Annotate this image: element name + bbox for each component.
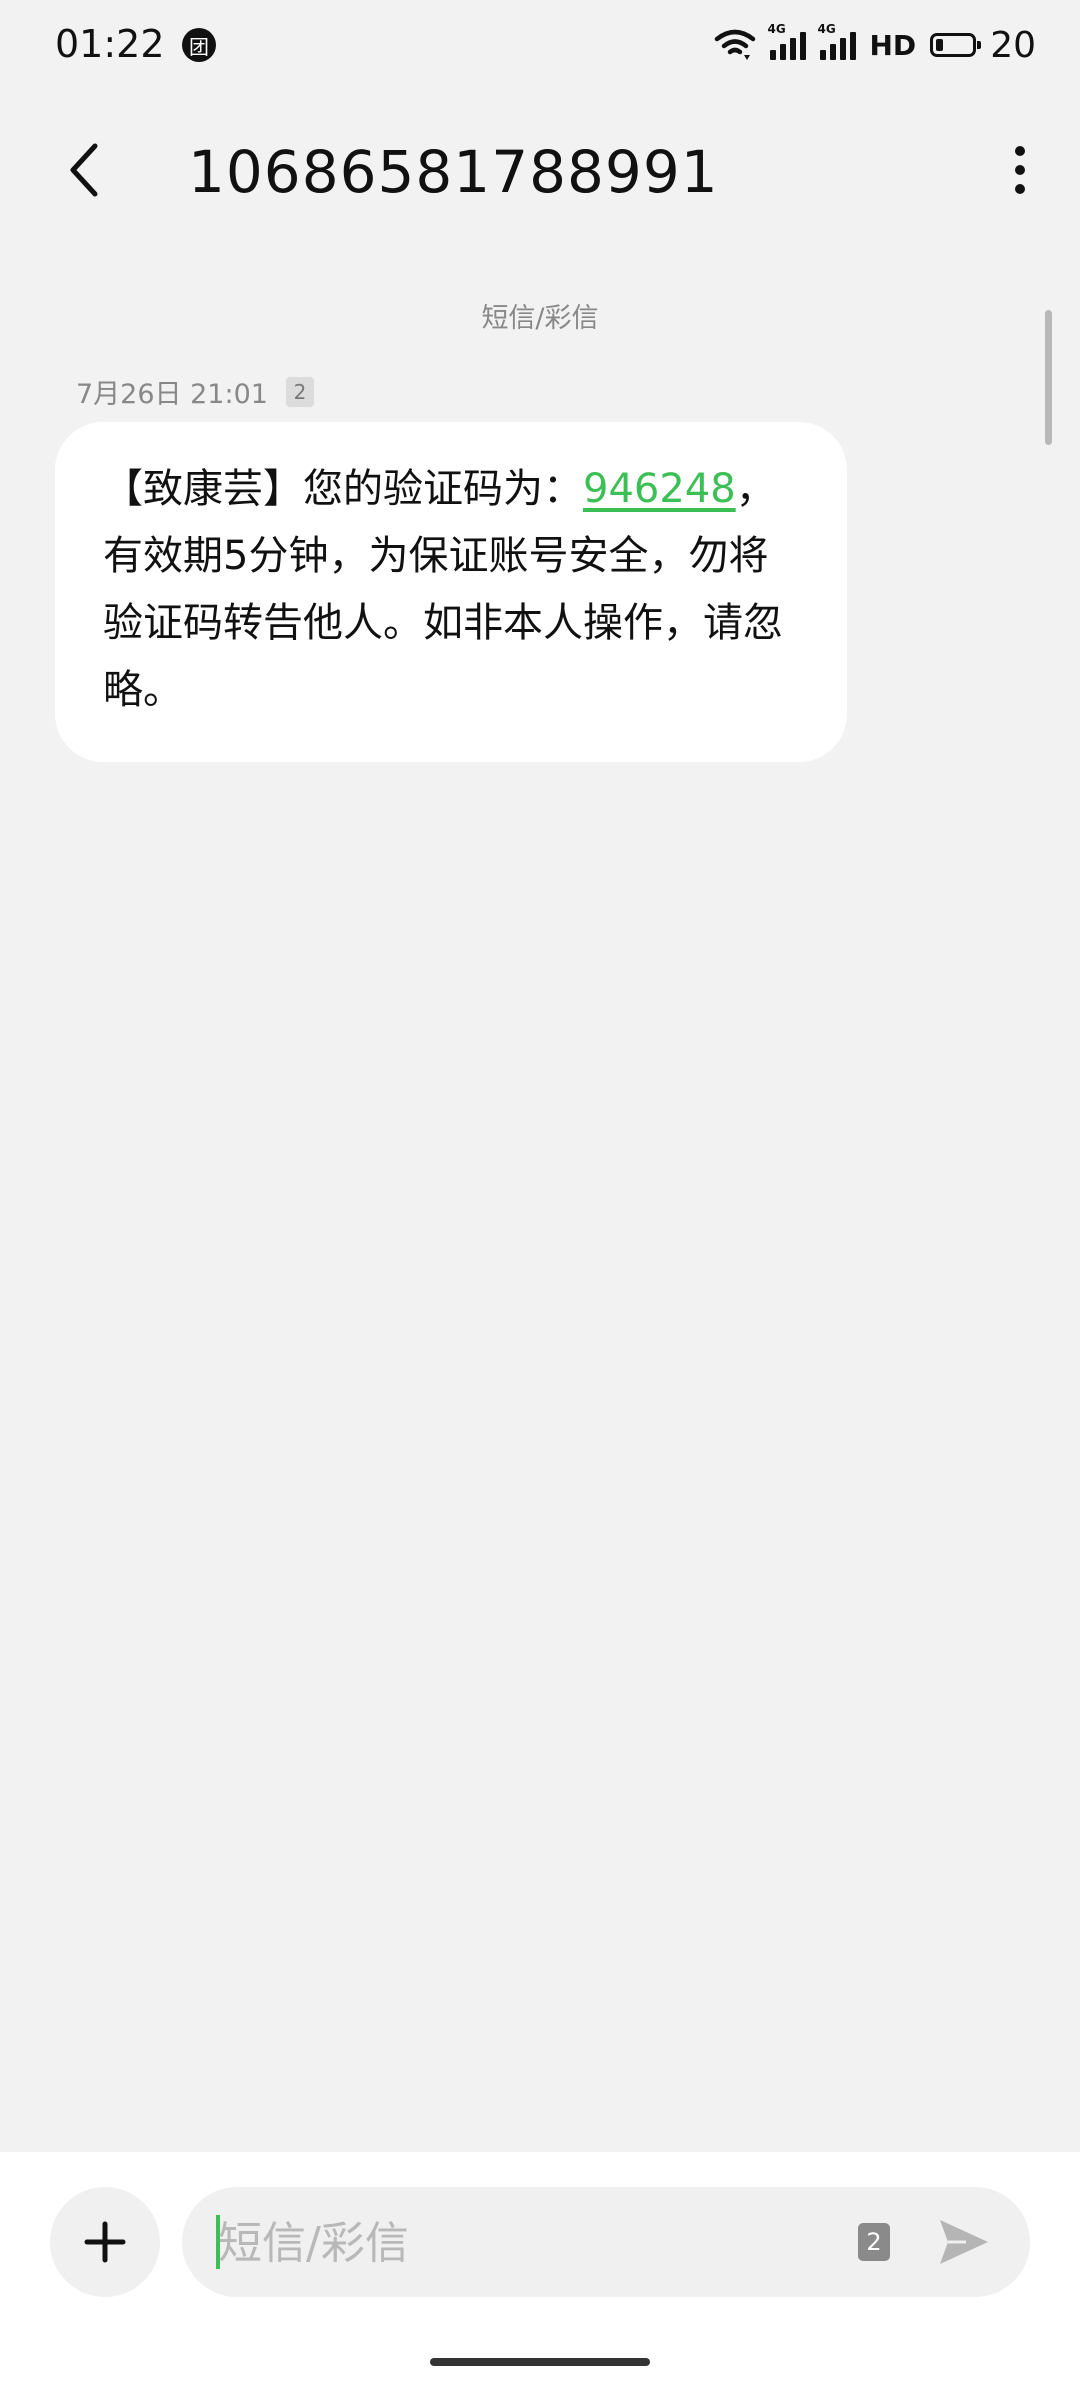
battery-fill [936, 39, 944, 51]
message-bubble[interactable]: 【致康芸】您的验证码为：946248，有效期5分钟，为保证账号安全，勿将验证码转… [55, 422, 847, 762]
signal-network-label: 4G [767, 22, 786, 36]
signal-strength-icon-2: 4G [818, 22, 856, 60]
status-time: 01:22 [55, 22, 165, 66]
status-indicators: 4G 4G HD 20 [714, 22, 1036, 68]
notification-app-icon: 团 [182, 28, 216, 62]
sim-badge: 2 [285, 376, 314, 407]
signal-strength-icon-1: 4G [768, 22, 806, 60]
contact-number-title: 10686581788991 [188, 138, 719, 206]
channel-label: 短信/彩信 [481, 303, 599, 334]
plus-icon [84, 2221, 126, 2263]
scrollbar[interactable] [1045, 310, 1052, 445]
chevron-left-icon [70, 143, 98, 197]
status-bar: 01:22 团 4G 4G HD 20 [0, 0, 1080, 90]
message-meta: 7月26日 21:01 2 [76, 372, 314, 411]
message-timestamp: 7月26日 21:01 [76, 379, 268, 410]
hd-voice-indicator: HD [869, 28, 917, 62]
signal-network-label: 4G [817, 22, 836, 36]
back-button[interactable] [50, 135, 120, 205]
message-text-before: 【致康芸】您的验证码为： [103, 466, 583, 512]
sms-conversation-screen: 01:22 团 4G 4G HD 20 10686581788991 短信/彩信… [0, 0, 1080, 2400]
verification-code-link[interactable]: 946248 [583, 466, 736, 512]
add-attachment-button[interactable] [50, 2187, 160, 2297]
more-options-button[interactable] [990, 135, 1050, 205]
message-input[interactable] [216, 2187, 840, 2299]
battery-level: 20 [990, 24, 1036, 66]
send-button[interactable] [932, 2211, 996, 2273]
more-vertical-icon [1015, 146, 1025, 156]
home-indicator[interactable] [430, 2358, 650, 2366]
battery-icon [930, 33, 982, 57]
sim-select-button[interactable]: 2 [858, 2223, 890, 2261]
wifi-icon [714, 29, 755, 60]
conversation-header: 10686581788991 [0, 110, 1080, 230]
send-icon [940, 2220, 988, 2264]
compose-field[interactable]: 2 [182, 2187, 1030, 2299]
